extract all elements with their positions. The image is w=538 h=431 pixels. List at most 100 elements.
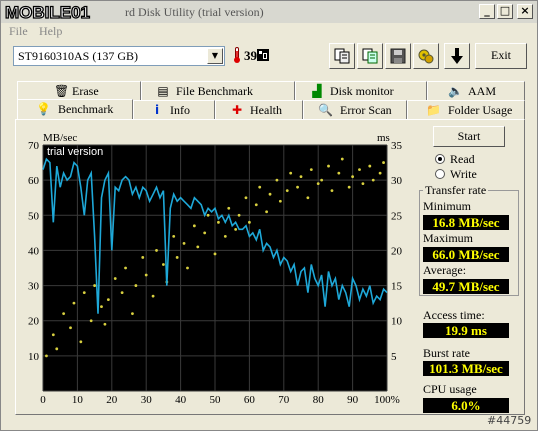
access-time-point	[120, 291, 124, 294]
temperature-value: 39	[244, 48, 257, 63]
x-tick-label: 0	[40, 394, 46, 406]
menu-bar: File Help	[1, 23, 537, 39]
access-time-point	[330, 189, 334, 193]
maximum-value: 66.0 MB/sec	[423, 247, 509, 262]
benchmark-icon: 💡	[36, 102, 51, 116]
access-time-point	[51, 333, 55, 337]
access-time-point	[175, 256, 179, 259]
save-icon[interactable]	[385, 43, 411, 69]
access-time-point	[162, 263, 165, 266]
thermometer-icon	[234, 47, 240, 63]
y-tick-label-left: 70	[28, 140, 40, 152]
menu-help[interactable]: Help	[39, 24, 62, 39]
tab-aam-label: AAM	[468, 84, 497, 98]
app-window: MOBILE01 rd Disk Utility (trial version)…	[0, 0, 538, 431]
close-button[interactable]: ×	[517, 4, 533, 19]
start-button[interactable]: Start	[433, 126, 505, 147]
drive-select[interactable]: ST9160310AS (137 GB) ▼	[13, 46, 225, 66]
transfer-rate-title: Transfer rate	[423, 183, 489, 198]
access-time-point	[203, 231, 207, 235]
access-time-point	[196, 245, 200, 249]
tab-file-benchmark-label: File Benchmark	[176, 84, 253, 98]
tab-folder-usage[interactable]: 📁 Folder Usage	[407, 100, 525, 119]
tab-aam[interactable]: 🔈 AAM	[427, 81, 525, 100]
tab-folder-usage-label: Folder Usage	[448, 103, 513, 117]
tab-disk-monitor-label: Disk monitor	[330, 84, 394, 98]
forum-watermark: #44759	[487, 414, 532, 427]
write-radio-dot[interactable]	[435, 169, 445, 179]
maximum-label: Maximum	[423, 231, 473, 245]
y-tick-label-right: 15	[391, 281, 403, 293]
access-time-point	[258, 185, 262, 189]
access-time-point	[144, 273, 148, 277]
y-tick-label-right: 35	[391, 140, 403, 152]
menu-file[interactable]: File	[9, 24, 28, 39]
read-radio[interactable]: Read	[435, 152, 475, 167]
write-radio-label: Write	[450, 167, 477, 181]
access-time-point	[237, 213, 241, 217]
options-icon[interactable]	[413, 43, 439, 69]
x-tick-label: 60	[244, 394, 256, 406]
x-tick-label: 100%	[374, 394, 400, 406]
file-benchmark-icon: ▤	[157, 84, 169, 98]
access-time-point	[306, 196, 310, 200]
minimum-label: Minimum	[423, 199, 472, 213]
average-value: 49.7 MB/sec	[423, 279, 509, 294]
access-time-point	[316, 182, 320, 186]
access-time-point	[327, 164, 330, 168]
info-icon: i	[154, 103, 160, 117]
tab-disk-monitor[interactable]: ▟ Disk monitor	[295, 81, 427, 100]
health-cross-icon: ✚	[231, 103, 243, 117]
average-label: Average:	[423, 263, 467, 277]
tab-benchmark-label: Benchmark	[58, 102, 114, 116]
exit-button[interactable]: Exit	[475, 43, 527, 69]
access-time-point	[124, 266, 127, 270]
tab-benchmark[interactable]: 💡 Benchmark	[17, 99, 133, 120]
y-tick-label-left: 30	[28, 281, 40, 293]
access-time-point	[217, 220, 220, 224]
x-tick-label: 30	[141, 394, 153, 406]
speaker-icon: 🔈	[448, 84, 463, 98]
access-time-point	[55, 347, 59, 351]
minimize-button[interactable]: _	[479, 4, 495, 19]
cpu-usage-label: CPU usage	[423, 382, 477, 396]
access-time-point	[309, 168, 313, 171]
trial-version-watermark: trial version	[47, 146, 103, 158]
download-arrow-icon[interactable]	[444, 43, 470, 69]
access-time-point	[155, 249, 158, 252]
tab-error-scan-label: Error Scan	[340, 103, 392, 117]
access-time-point	[131, 312, 134, 316]
access-time-label: Access time:	[423, 308, 485, 322]
x-tick-label: 90	[347, 394, 359, 406]
tab-info[interactable]: i Info	[133, 100, 215, 119]
folder-icon: 📁	[426, 103, 441, 117]
access-time-point	[248, 220, 251, 224]
y-tick-label-right: 25	[391, 210, 403, 222]
chevron-down-icon[interactable]: ▼	[207, 48, 223, 64]
copy-all-icon[interactable]	[357, 43, 383, 69]
read-radio-label: Read	[450, 152, 475, 166]
tab-erase[interactable]: 🗑 Erase	[17, 81, 141, 100]
drive-select-value: ST9160310AS (137 GB)	[18, 49, 139, 63]
tab-health[interactable]: ✚ Health	[215, 100, 303, 119]
access-time-point	[45, 354, 48, 358]
access-time-value: 19.9 ms	[423, 323, 509, 338]
read-radio-dot[interactable]	[435, 154, 445, 164]
y-tick-label-right: 5	[391, 351, 397, 363]
mobile01-logo: MOBILE01	[4, 2, 90, 22]
access-time-point	[371, 178, 375, 182]
access-time-point	[192, 224, 196, 228]
access-time-point	[227, 206, 231, 210]
tab-file-benchmark[interactable]: ▤ File Benchmark	[141, 81, 295, 100]
access-time-point	[100, 305, 103, 309]
tab-error-scan[interactable]: 🔍 Error Scan	[303, 100, 407, 119]
access-time-point	[103, 322, 107, 326]
access-time-point	[268, 192, 272, 196]
access-time-point	[340, 157, 344, 161]
access-time-point	[285, 189, 289, 193]
write-radio[interactable]: Write	[435, 167, 477, 182]
copy-icon[interactable]	[329, 43, 355, 69]
access-time-point	[347, 185, 351, 189]
access-time-point	[368, 164, 372, 168]
maximize-button[interactable]: □	[497, 4, 513, 19]
